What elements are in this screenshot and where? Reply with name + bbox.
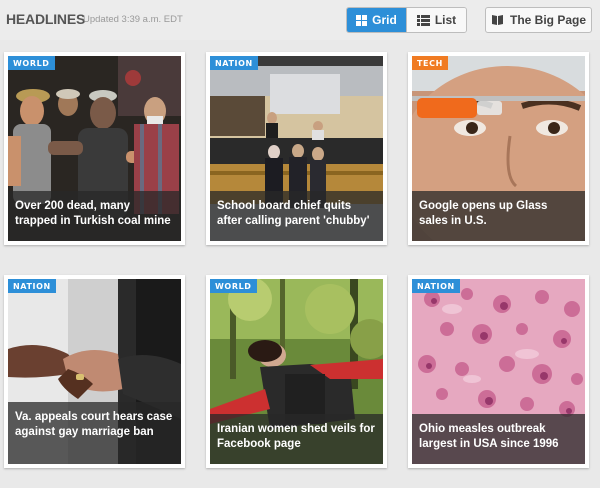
- view-toggle: Grid List: [346, 7, 467, 33]
- book-icon: [491, 15, 503, 25]
- grid-label: Grid: [372, 13, 397, 27]
- category-tag: NATION: [8, 279, 56, 293]
- story-card[interactable]: WORLD Over 200 dead, many trapped in Tur…: [4, 52, 185, 245]
- category-tag: TECH: [412, 56, 448, 70]
- updated-timestamp: Updated 3:39 a.m. EDT: [83, 14, 183, 25]
- header-bar: HEADLINES Updated 3:39 a.m. EDT Grid Lis…: [0, 0, 600, 40]
- big-page-label: The Big Page: [509, 13, 586, 27]
- list-view-button[interactable]: List: [406, 8, 466, 32]
- category-tag: WORLD: [210, 279, 257, 293]
- category-tag: WORLD: [8, 56, 55, 70]
- story-card[interactable]: NATION Va. appeals court hears case agai…: [4, 275, 185, 468]
- category-tag: NATION: [412, 279, 460, 293]
- story-headline[interactable]: Ohio measles outbreak largest in USA sin…: [412, 414, 585, 464]
- story-headline[interactable]: Va. appeals court hears case against gay…: [8, 402, 181, 464]
- category-tag: NATION: [210, 56, 258, 70]
- story-headline[interactable]: Over 200 dead, many trapped in Turkish c…: [8, 191, 181, 241]
- grid-icon: [356, 14, 368, 26]
- story-headline[interactable]: Iranian women shed veils for Facebook pa…: [210, 414, 383, 464]
- grid-view-button[interactable]: Grid: [347, 8, 406, 32]
- story-headline[interactable]: School board chief quits after calling p…: [210, 191, 383, 241]
- list-label: List: [434, 13, 457, 27]
- page-title: HEADLINES: [6, 11, 86, 27]
- story-headline[interactable]: Google opens up Glass sales in U.S.: [412, 191, 585, 241]
- story-card[interactable]: WORLD Iranian women shed veils for Faceb…: [206, 275, 387, 468]
- story-card[interactable]: NATION School board chief quits after ca…: [206, 52, 387, 245]
- list-icon: [416, 14, 430, 26]
- story-card[interactable]: TECH Google opens up Glass sales in U.S.: [408, 52, 589, 245]
- story-card[interactable]: NATION Ohio measles outbreak largest in …: [408, 275, 589, 468]
- big-page-button[interactable]: The Big Page: [485, 7, 592, 33]
